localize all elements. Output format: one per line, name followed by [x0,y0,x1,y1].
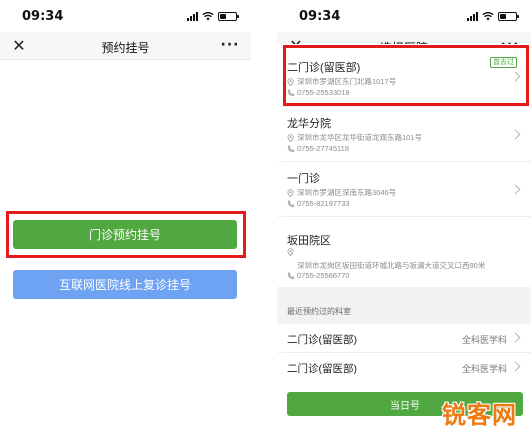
hospital-phone: 0755-25533018 [287,88,350,97]
recent-section-title: 最近预约过的科室 [287,307,351,316]
status-time: 09:34 [22,9,64,24]
wifi-icon [482,11,494,21]
phone-text: 0755-25566770 [297,271,350,280]
hospital-phone: 0755-25566770 [287,271,350,280]
nav-bar: ✕ 预约挂号 ··· [0,32,251,60]
hospital-name: 二门诊(留医部) [287,62,361,74]
hospital-address: 深圳市罗湖区深南东路3046号 [287,187,396,198]
status-icons [467,11,519,21]
status-bar: 09:34 [0,0,251,32]
address-text: 深圳市罗湖区东门北路1017号 [297,77,397,86]
online-revisit-button[interactable]: 互联网医院线上复诊挂号 [13,270,237,299]
wifi-icon [202,11,214,21]
phone-text: 0755-82197733 [297,199,350,208]
location-pin-icon [287,248,294,256]
recent-dept-item[interactable]: 二门诊(留医部) 全科医学科 [277,353,531,381]
recent-dept-item[interactable]: 二门诊(留医部) 全科医学科 [277,324,531,352]
status-icons [187,11,239,21]
location-pin-icon [287,188,294,197]
phone-icon [287,145,294,152]
status-bar: 09:34 [277,0,531,32]
hospital-item[interactable]: 二门诊(留医部) 曾去过 深圳市罗湖区东门北路1017号 0755-255330… [277,44,531,106]
visited-badge: 曾去过 [490,57,517,68]
hospital-item[interactable]: 坂田院区 深圳市龙岗区坂田街道环城北路与坂澜大道交叉口西90米 0755-255… [277,217,531,287]
watermark: 锐客网 [442,401,517,429]
phone-icon [287,89,294,96]
recent-section-header: 最近预约过的科室 [277,287,531,324]
signal-icon [187,11,198,21]
hospital-address: 深圳市罗湖区东门北路1017号 [287,76,396,87]
left-phone-screen: 09:34 ✕ 预约挂号 ··· 门诊预约挂号 互联网医院线上复诊挂号 [0,0,251,440]
location-pin-icon [287,77,294,86]
hospital-phone: 0755-27745118 [287,144,349,153]
address-text: 深圳市龙岗区坂田街道环城北路与坂澜大道交叉口西90米 [297,261,486,270]
hospital-phone: 0755-82197733 [287,199,350,208]
page-body [0,60,251,440]
address-text: 深圳市罗湖区深南东路3046号 [297,188,397,197]
chevron-right-icon [510,332,521,343]
clinic-booking-button[interactable]: 门诊预约挂号 [13,220,237,249]
chevron-right-icon [510,361,521,372]
phone-text: 0755-27745118 [297,144,349,153]
hospital-name: 坂田院区 [287,235,331,247]
signal-icon [467,11,478,21]
hospital-name: 一门诊 [287,173,320,185]
page-title: 预约挂号 [101,41,150,55]
right-phone-screen: 09:34 ✕ 选择医院 ··· 二门诊(留医部) 曾去过 深圳市罗湖区东门北路… [277,0,531,440]
hospital-address: 深圳市龙岗区坂田街道环城北路与坂澜大道交叉口西90米 [297,260,485,271]
hospital-address-pin [287,248,294,256]
chevron-right-icon [510,184,521,195]
chevron-right-icon [510,71,521,82]
hospital-name: 龙华分院 [287,118,331,130]
phone-text: 0755-25533018 [297,88,350,97]
hospital-item[interactable]: 一门诊 深圳市罗湖区深南东路3046号 0755-82197733 [277,162,531,216]
recent-dept-name: 全科医学科 [461,335,507,345]
more-icon[interactable]: ··· [219,36,241,54]
hospital-address: 深圳市龙华区龙华街道龙观东路101号 [287,132,422,143]
recent-hospital-name: 二门诊(留医部) [287,334,357,346]
location-pin-icon [287,133,294,142]
battery-icon [498,11,519,21]
status-time: 09:34 [299,9,341,24]
battery-icon [218,11,239,21]
recent-hospital-name: 二门诊(留医部) [287,363,357,375]
chevron-right-icon [510,129,521,140]
phone-icon [287,200,294,207]
recent-dept-name: 全科医学科 [461,364,507,374]
phone-icon [287,272,294,279]
address-text: 深圳市龙华区龙华街道龙观东路101号 [297,133,423,142]
hospital-item[interactable]: 龙华分院 深圳市龙华区龙华街道龙观东路101号 0755-27745118 [277,107,531,161]
